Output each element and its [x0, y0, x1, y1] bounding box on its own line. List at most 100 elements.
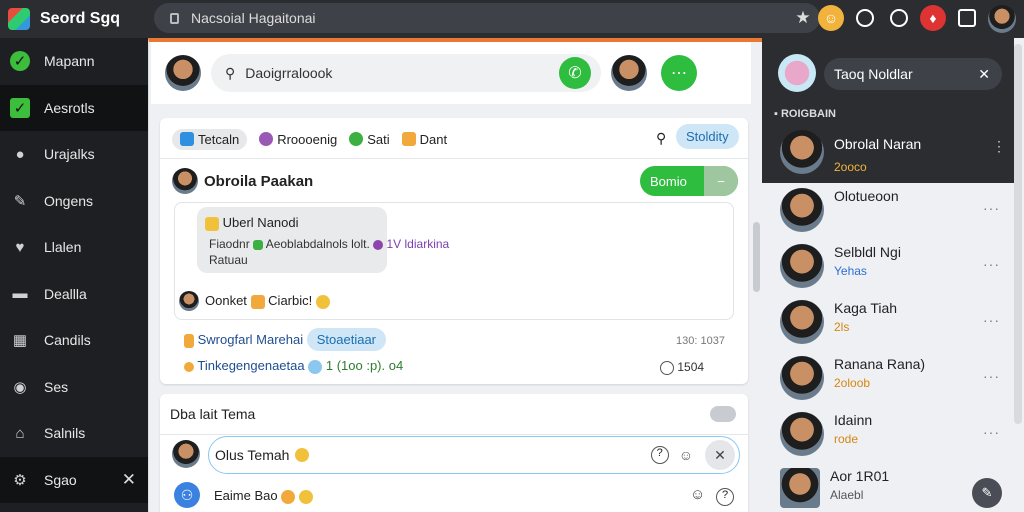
address-bar[interactable]: Nacsoial Hagaitonai ★	[154, 3, 820, 33]
contact-item[interactable]: Kaga Tiah 2ls ···	[762, 300, 1014, 356]
contact-sub: 2ooco	[834, 160, 867, 174]
contact-item[interactable]: Idainn rode ···	[762, 412, 1014, 468]
author-avatar[interactable]	[172, 168, 198, 194]
sidebar-item-llalen[interactable]: ♥ Llalen	[0, 224, 148, 271]
search-icon[interactable]	[890, 9, 908, 27]
check-circle-icon: ✓	[10, 51, 30, 72]
sun-icon	[184, 361, 194, 372]
heart-icon	[373, 239, 384, 250]
check-square-icon: ✓	[10, 97, 30, 118]
emoji-icon	[401, 132, 416, 146]
search-input[interactable]: ⚲ Daoigrraloook	[211, 54, 601, 92]
more-icon[interactable]: ···	[983, 256, 1000, 272]
phone-icon[interactable]: ✆	[559, 57, 591, 89]
help-icon[interactable]: ?	[650, 446, 669, 464]
contact-avatar	[780, 468, 820, 508]
more-icon[interactable]: ···	[983, 200, 1000, 216]
sidebar-item-urajalks[interactable]: ● Urajalks	[0, 131, 148, 178]
close-icon[interactable]: ✕	[122, 470, 136, 490]
home-icon: ⌂	[15, 424, 25, 442]
user-avatar[interactable]	[988, 5, 1016, 33]
composer-avatar[interactable]	[172, 440, 200, 468]
sidebar-item-mapann[interactable]: ✓ Mapann	[0, 38, 148, 85]
tab-label: Tetcaln	[198, 131, 240, 147]
attach-icon[interactable]: ⚇	[174, 482, 200, 508]
close-icon[interactable]: ✕	[978, 66, 990, 83]
dropdown-icon[interactable]: −	[704, 166, 738, 196]
contact-item[interactable]: Ranana Rana) 2oloob ···	[762, 356, 1014, 412]
star-icon[interactable]: ★	[792, 7, 814, 29]
chat-header: ⚲ Daoigrraloook ✆ ⋯	[151, 42, 751, 104]
action-button[interactable]: Bomio −	[640, 166, 738, 196]
user-icon: ●	[15, 145, 25, 163]
notification-icon[interactable]: ♦	[920, 5, 946, 31]
contacts-search[interactable]: Taoq Noldlar ✕	[824, 58, 1002, 90]
contact-avatar[interactable]	[611, 55, 647, 91]
section-label: ▪ ROIGBAIN	[774, 108, 836, 120]
activity-icon[interactable]	[856, 9, 874, 27]
filter-button[interactable]: Stoldity	[676, 124, 739, 149]
more-icon[interactable]: ···	[983, 424, 1000, 440]
bubble-text: lolt.	[351, 237, 370, 251]
row1[interactable]: Swrogfarl Marehai Stoaetiaar	[184, 328, 387, 351]
row1-badge[interactable]: Stoaetiaar	[306, 328, 387, 351]
contact-name: Idainn	[834, 412, 873, 428]
tab-tetcaln[interactable]: Tetcaln	[172, 128, 248, 150]
reply-name: Oonket	[205, 293, 247, 308]
toggle-icon[interactable]	[710, 406, 736, 422]
more-icon[interactable]: ···	[983, 368, 1000, 384]
contact-item[interactable]: Selbldl Ngi Yehas ···	[762, 244, 1014, 300]
row1-time: 130: 1037	[676, 335, 725, 347]
profile-avatar[interactable]	[778, 54, 816, 92]
tab-label: Rroooenig	[277, 131, 338, 147]
emoji-picker-icon[interactable]: ☺	[690, 486, 705, 503]
smile-icon	[298, 489, 313, 504]
sidebar-item-ses[interactable]: ◉ Ses	[0, 364, 148, 411]
sidebar-item-ongens[interactable]: ✎ Ongens	[0, 178, 148, 225]
top-bar: Seord Sgq Nacsoial Hagaitonai ★ ☺ ♦	[0, 0, 1024, 38]
contact-sub: 2oloob	[834, 376, 871, 390]
contact-item[interactable]: Olotueoon ···	[762, 188, 1014, 244]
more-button[interactable]: ⋯	[661, 55, 697, 91]
search-icon: ⚲	[225, 64, 236, 81]
tab-rroooenig[interactable]: Rroooenig	[259, 132, 337, 147]
contact-sub: rode	[834, 432, 859, 446]
contact-name: Kaga Tiah	[834, 300, 898, 316]
sidebar-item-salnils[interactable]: ⌂ Salnils	[0, 410, 148, 457]
sidebar-item-deallla[interactable]: ▬ Deallla	[0, 271, 148, 318]
heart-icon	[308, 359, 323, 374]
leaf-icon	[349, 132, 364, 146]
tab-dant[interactable]: Dant	[401, 132, 447, 147]
bookmark-icon	[184, 333, 194, 348]
help-icon[interactable]: ?	[716, 488, 734, 506]
row2[interactable]: Tinkegengenaetaa 1 (1oo :p). o4	[184, 358, 403, 374]
main-scrollbar[interactable]	[753, 222, 760, 292]
sidebar-item-candils[interactable]: ▦ Candils	[0, 317, 148, 364]
composer-input[interactable]: Olus Temah ? ☺ ✕	[208, 436, 740, 474]
sidebar-item-sgao[interactable]: ⚙ Sgao ✕	[0, 456, 148, 503]
sticker-icon[interactable]: ☺	[679, 447, 693, 463]
sidebar-item-label: Aesrotls	[44, 99, 95, 116]
reply-text: Ciarbic!	[268, 293, 313, 308]
settings-icon: ⚙	[13, 471, 27, 489]
header-avatar[interactable]	[165, 55, 201, 91]
contact-avatar[interactable]	[780, 130, 824, 174]
contact-name: Obrolal Naran	[834, 136, 922, 152]
circle-icon	[259, 132, 274, 146]
contact-avatar	[780, 188, 824, 232]
contact-name: Selbldl Ngi	[834, 244, 901, 260]
contact-avatar	[780, 300, 824, 344]
more-icon[interactable]: ···	[983, 312, 1000, 328]
contacts-scrollbar[interactable]	[1014, 44, 1022, 424]
tab-sati[interactable]: Sati	[349, 132, 390, 147]
bubble-text: Aeoblabdalnols	[265, 237, 348, 251]
edit-icon[interactable]	[958, 9, 976, 27]
more-icon[interactable]: ⋮	[992, 138, 1006, 155]
sidebar-item-aesrotls[interactable]: ✓ Aesrotls	[0, 84, 148, 131]
sidebar-item-label: Ses	[44, 378, 69, 395]
emoji-icon[interactable]: ☺	[818, 5, 844, 31]
search-icon[interactable]: ⚲	[656, 130, 666, 147]
close-icon[interactable]: ✕	[705, 440, 735, 470]
reply-avatar[interactable]	[179, 291, 199, 311]
compose-icon[interactable]: ✎	[972, 478, 1002, 508]
